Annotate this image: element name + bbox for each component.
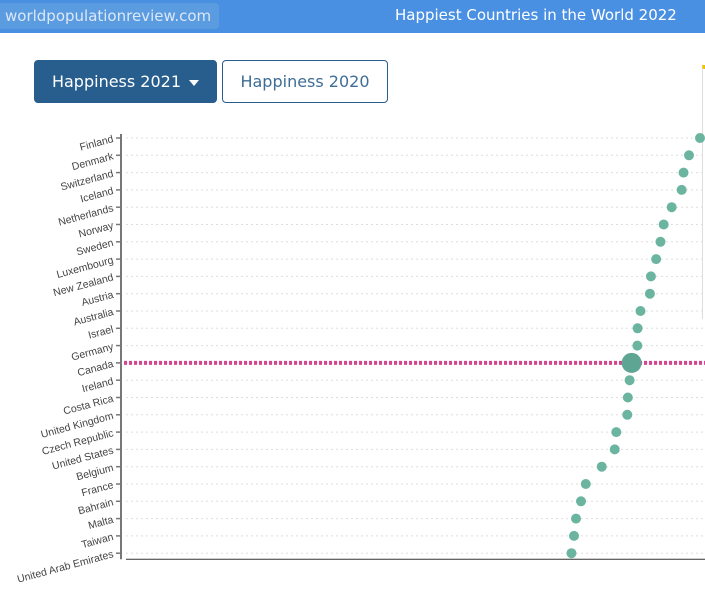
- y-tick-label: Israel: [87, 323, 115, 341]
- data-point[interactable]: [658, 219, 669, 230]
- y-tick-label: United Arab Emirates: [16, 548, 115, 585]
- data-point[interactable]: [622, 392, 633, 403]
- data-point[interactable]: [609, 444, 620, 455]
- happiness-chart: FinlandDenmarkSwitzerlandIcelandNetherla…: [16, 133, 705, 586]
- data-point[interactable]: [655, 236, 666, 247]
- data-point[interactable]: [678, 167, 689, 178]
- data-point[interactable]: [645, 271, 656, 282]
- data-point[interactable]: [571, 513, 582, 524]
- data-point[interactable]: [676, 184, 687, 195]
- data-point[interactable]: [632, 323, 643, 334]
- data-point[interactable]: [684, 150, 694, 161]
- data-point[interactable]: [695, 133, 705, 143]
- data-point[interactable]: [644, 288, 655, 299]
- y-tick-label: Malta: [87, 514, 115, 532]
- data-point[interactable]: [569, 530, 580, 541]
- data-point[interactable]: [621, 352, 642, 373]
- data-point[interactable]: [566, 548, 577, 559]
- data-point[interactable]: [622, 409, 633, 420]
- data-point[interactable]: [575, 496, 586, 507]
- data-point[interactable]: [632, 340, 643, 351]
- data-point[interactable]: [651, 254, 662, 265]
- data-point[interactable]: [624, 375, 635, 386]
- data-point[interactable]: [611, 427, 622, 438]
- data-point[interactable]: [666, 202, 677, 213]
- data-point[interactable]: [596, 461, 607, 472]
- data-point[interactable]: [635, 306, 646, 316]
- data-point[interactable]: [580, 479, 591, 489]
